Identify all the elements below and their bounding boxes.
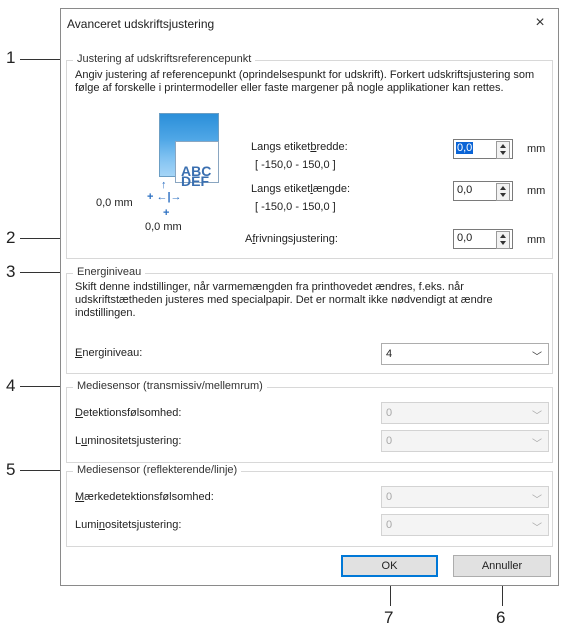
title-bar: Avanceret udskriftsjustering × [61,9,558,39]
detection-sensitivity-value: 0 [386,407,393,419]
tear-adjust-value[interactable]: 0,0 [457,232,472,244]
close-icon[interactable]: × [528,12,552,34]
label-width-stepper[interactable]: 0,0 [453,139,513,159]
energy-description: Skift denne indstillinger, når varmemæng… [75,281,493,319]
label-width-range: [ -150,0 - 150,0 ] [255,159,336,171]
chevron-down-icon: ﹀ [532,352,542,363]
mark-detection-select[interactable]: 0 ﹀ [381,486,549,508]
energy-level-label: Energiniveau: [75,347,143,359]
energy-level-select[interactable]: 4 ﹀ [381,343,549,365]
callout-5-line [20,470,64,471]
group-sensor-reflective-title: Mediesensor (reflekterende/linje) [73,464,242,476]
energy-level-value: 4 [386,348,393,360]
horizontal-offset-label: 0,0 mm [96,197,133,209]
detection-sensitivity-select[interactable]: 0 ﹀ [381,402,549,424]
callout-1: 1 [6,48,16,67]
group-sensor-transmissive-title: Mediesensor (transmissiv/mellemrum) [73,380,267,392]
luminosity-adjust-select-1[interactable]: 0 ﹀ [381,430,549,452]
label-width-label: Langs etiketbredde: [251,141,348,153]
callout-3: 3 [6,262,16,281]
mark-detection-value: 0 [386,491,393,503]
reference-illustration: ABC DEF + ←|→ ↑ + [147,113,239,223]
chevron-down-icon: ﹀ [532,439,542,450]
group-reference-point-title: Justering af udskriftsreferencepunkt [73,53,256,65]
label-width-spin-buttons[interactable] [496,141,510,159]
reference-description: Angiv justering af referencepunkt (oprin… [75,69,535,94]
label-width-unit: mm [527,143,546,155]
luminosity-adjust-label-1: Luminositetsjustering: [75,435,182,447]
cancel-button[interactable]: Annuller [453,555,551,577]
label-length-range: [ -150,0 - 150,0 ] [255,201,336,213]
chevron-down-icon: ﹀ [532,523,542,534]
luminosity-adjust-select-2[interactable]: 0 ﹀ [381,514,549,536]
label-length-spin-buttons[interactable] [496,183,510,201]
label-length-stepper[interactable]: 0,0 [453,181,513,201]
ok-button[interactable]: OK [341,555,438,577]
luminosity-adjust-value-2: 0 [386,519,393,531]
callout-5: 5 [6,460,16,479]
dialog-title: Avanceret udskriftsjustering [67,17,215,31]
chevron-down-icon: ﹀ [532,495,542,506]
chevron-down-icon: ﹀ [532,411,542,422]
vertical-offset-label: 0,0 mm [145,221,182,233]
callout-4: 4 [6,376,16,395]
group-energy-title: Energiniveau [73,266,146,278]
callout-4-line [20,386,64,387]
mark-detection-label: Mærkedetektionsfølsomhed: [75,491,214,503]
luminosity-adjust-value-1: 0 [386,435,393,447]
tear-adjust-stepper[interactable]: 0,0 [453,229,513,249]
tear-adjust-unit: mm [527,234,546,246]
callout-6: 6 [496,608,506,627]
tear-adjust-spin-buttons[interactable] [496,231,510,249]
callout-7: 7 [384,608,394,627]
callout-3-line [20,272,64,273]
dialog-window: Avanceret udskriftsjustering × Justering… [60,8,559,586]
luminosity-adjust-label-2: Luminositetsjustering: [75,519,182,531]
plus-marker-icon: + [163,207,170,219]
detection-sensitivity-label: Detektionsfølsomhed: [75,407,182,419]
label-length-label: Langs etiketlængde: [251,183,351,195]
illus-text-def: DEF [181,173,209,189]
tear-adjust-label: Afrivningsjustering: [245,233,338,245]
vertical-arrow-icon: ↑ [161,179,167,191]
horizontal-arrow-icon: + ←|→ [147,191,182,203]
label-length-value[interactable]: 0,0 [457,184,472,196]
callout-2: 2 [6,228,16,247]
callout-1-line [20,59,64,60]
label-length-unit: mm [527,185,546,197]
label-width-value[interactable]: 0,0 [456,142,474,154]
